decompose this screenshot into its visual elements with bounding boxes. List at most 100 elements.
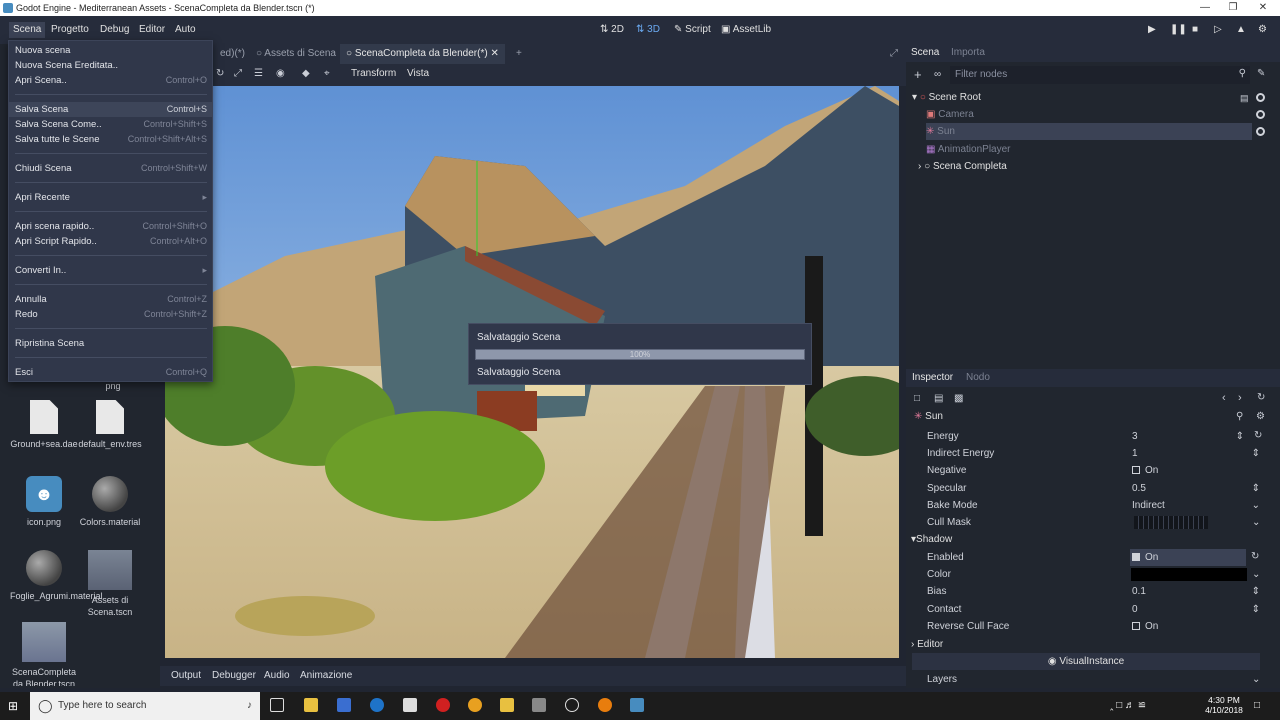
file-item[interactable]: default_env.tres — [76, 400, 144, 450]
menu-debug[interactable]: Debug — [96, 22, 133, 38]
stop-icon[interactable]: ■ — [1192, 22, 1198, 38]
tree-node-animation-player[interactable]: ▦ AnimationPlayer — [926, 141, 1254, 158]
filter-nodes-input[interactable]: Filter nodes ⚲ — [950, 66, 1250, 84]
bake-mode-select[interactable]: Indirect ⌄ — [1132, 497, 1262, 514]
view-menu[interactable]: Vista — [407, 68, 429, 79]
shadow-enabled-checkbox[interactable]: On — [1130, 549, 1246, 566]
menu-scene[interactable]: Scena — [9, 22, 46, 38]
play-custom-icon[interactable]: ▲ — [1236, 22, 1246, 38]
chevron-down-icon[interactable]: ⌄ — [1252, 671, 1260, 688]
tab-import[interactable]: Importa — [951, 44, 985, 62]
menu-new-scene[interactable]: Nuova scena — [9, 43, 212, 58]
visibility-eye-icon[interactable] — [1256, 93, 1265, 102]
chrome-icon[interactable] — [468, 698, 482, 712]
tree-node-camera[interactable]: ▣ Camera — [926, 106, 1254, 123]
local-space-icon[interactable]: ◆ — [302, 68, 310, 79]
menu-save-scene-as[interactable]: Salva Scena Come.. Control+Shift+S — [9, 117, 212, 132]
tray-icons[interactable]: ‸ □ ♬ ≌ — [1110, 700, 1146, 711]
tree-node-scena-completa[interactable]: › ○ Scena Completa — [918, 158, 1254, 175]
minimize-icon[interactable]: — — [1190, 0, 1220, 16]
lock-icon[interactable]: ◉ — [276, 68, 285, 79]
save-resource-icon[interactable]: ▩ — [954, 393, 963, 404]
notifications-icon[interactable]: □ — [1254, 700, 1260, 711]
tree-node-scene-root[interactable]: ▾ ○ Scene Root — [912, 89, 1254, 106]
menu-close-scene[interactable]: Chiudi Scena Control+Shift+W — [9, 161, 212, 176]
task-view-icon[interactable] — [270, 698, 284, 712]
contact-field[interactable]: 0 ⇕ — [1132, 601, 1262, 618]
menu-redo[interactable]: Redo Control+Shift+Z — [9, 307, 212, 322]
close-icon[interactable]: ✕ — [1248, 0, 1278, 16]
properties-menu-icon[interactable]: ⚙ — [1256, 411, 1265, 422]
tab-node[interactable]: Nodo — [966, 369, 990, 387]
maximize-icon[interactable]: ❐ — [1218, 0, 1248, 16]
menu-open-recent[interactable]: Apri Recente ▸ — [9, 190, 212, 205]
transform-menu[interactable]: Transform — [351, 68, 396, 79]
audio-tab[interactable]: Audio — [264, 666, 290, 686]
menu-save-scene[interactable]: Salva Scena Control+S — [9, 102, 212, 117]
scale-tool-icon[interactable]: ⤢ — [234, 68, 242, 79]
file-item[interactable]: Foglie_Agrumi.material — [10, 550, 103, 602]
save-app-icon[interactable] — [337, 698, 351, 712]
add-tab-icon[interactable]: + — [510, 44, 528, 64]
close-tab-icon[interactable]: ✕ — [490, 48, 498, 59]
chevron-down-icon[interactable]: ⌄ — [1252, 514, 1260, 531]
edge-icon[interactable] — [370, 698, 384, 712]
mode-3d-button[interactable]: ⇅ 3D — [636, 22, 660, 38]
menu-quick-open-script[interactable]: Apri Script Rapido.. Control+Alt+O — [9, 234, 212, 249]
history-forward-icon[interactable]: › — [1238, 392, 1242, 404]
shadow-section-header[interactable]: ▾Shadow — [911, 531, 1261, 548]
play-icon[interactable]: ▶ — [1148, 22, 1156, 38]
debugger-tab[interactable]: Debugger — [212, 666, 256, 686]
menu-help[interactable]: Auto — [171, 22, 200, 38]
mode-2d-button[interactable]: ⇅ 2D — [600, 22, 624, 38]
reverse-cull-face-checkbox[interactable]: On — [1132, 618, 1158, 635]
calculator-icon[interactable] — [403, 698, 417, 712]
add-node-icon[interactable]: + — [914, 68, 922, 82]
file-item[interactable]: Assets di Scena.tscn — [76, 550, 144, 618]
tab-scena-completa[interactable]: ○ ScenaCompleta da Blender(*) ✕ — [340, 44, 505, 64]
file-item[interactable]: Ground+sea.dae — [10, 400, 78, 450]
menu-undo[interactable]: Annulla Control+Z — [9, 292, 212, 307]
mode-script-button[interactable]: ✎ Script — [674, 22, 711, 38]
bias-field[interactable]: 0.1 ⇕ — [1132, 583, 1262, 600]
menu-quick-open-scene[interactable]: Apri scena rapido.. Control+Shift+O — [9, 219, 212, 234]
cull-mask-layers[interactable] — [1134, 516, 1208, 529]
menu-quit[interactable]: Esci Control+Q — [9, 365, 212, 380]
folder-icon[interactable] — [500, 698, 514, 712]
fullscreen-icon[interactable]: ⤢ — [884, 44, 904, 64]
history-back-icon[interactable]: ‹ — [1222, 392, 1226, 404]
file-item[interactable]: ☻ icon.png — [10, 476, 78, 528]
visibility-eye-icon[interactable] — [1256, 127, 1265, 136]
menu-save-all-scenes[interactable]: Salva tutte le Scene Control+Shift+Alt+S — [9, 132, 212, 147]
new-resource-icon[interactable]: □ — [914, 393, 920, 404]
tab-assets-di-scena[interactable]: ○ Assets di Scena — [250, 44, 342, 64]
menu-open-scene[interactable]: Apri Scena.. Control+O — [9, 73, 212, 88]
media-icon[interactable] — [532, 698, 546, 712]
play-scene-icon[interactable]: ▷ — [1214, 22, 1222, 38]
godot-taskbar-icon[interactable] — [630, 698, 644, 712]
taskbar-search-input[interactable]: ◯ Type here to search ♪ — [30, 692, 260, 720]
menu-project[interactable]: Progetto — [47, 22, 93, 38]
search-icon[interactable]: ⚲ — [1236, 411, 1243, 422]
tab-inspector[interactable]: Inspector — [912, 369, 953, 387]
animation-tab[interactable]: Animazione — [300, 666, 352, 686]
open-resource-icon[interactable]: ▤ — [934, 393, 943, 404]
menu-convert-to[interactable]: Converti In.. ▸ — [9, 263, 212, 278]
menu-editor[interactable]: Editor — [135, 22, 169, 38]
clock[interactable]: 4:30 PM 4/10/2018 — [1200, 695, 1248, 715]
file-item[interactable]: Colors.material — [76, 476, 144, 528]
settings-icon[interactable]: ⚙ — [1258, 22, 1267, 38]
negative-checkbox[interactable]: On — [1132, 462, 1158, 479]
menu-new-inherited-scene[interactable]: Nuova Scena Ereditata.. — [9, 58, 212, 73]
editor-section-header[interactable]: › Editor — [911, 636, 943, 653]
pause-icon[interactable]: ❚❚ — [1170, 22, 1187, 38]
script-node-icon[interactable]: ✎ — [1257, 68, 1265, 79]
indirect-energy-field[interactable]: 1 ⇕ — [1132, 445, 1262, 462]
app-red-icon[interactable] — [436, 698, 450, 712]
chevron-down-icon[interactable]: ⌄ — [1252, 566, 1260, 583]
revert-icon[interactable]: ↻ — [1251, 551, 1259, 562]
blender-icon[interactable] — [598, 698, 612, 712]
specular-field[interactable]: 0.5 ⇕ — [1132, 480, 1262, 497]
file-explorer-icon[interactable] — [304, 698, 318, 712]
shadow-color-swatch[interactable] — [1131, 568, 1247, 581]
